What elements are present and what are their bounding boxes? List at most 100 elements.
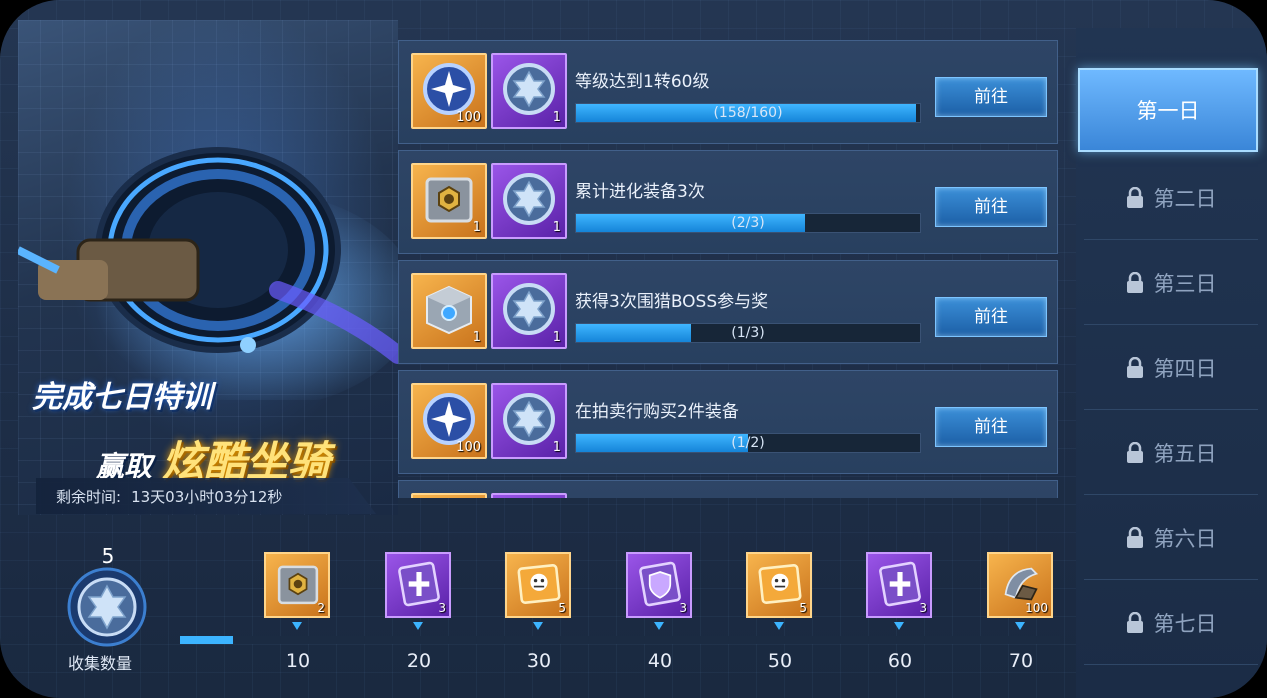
- lock-icon: [1126, 271, 1143, 293]
- task-progress-bar: (1/3): [575, 323, 921, 343]
- tab-label: 第七日: [1153, 611, 1217, 636]
- reward-item[interactable]: 1: [491, 383, 567, 459]
- reward-item[interactable]: 100: [411, 383, 487, 459]
- task-progress-bar: (158/160): [575, 103, 921, 123]
- reward-item[interactable]: 1: [491, 273, 567, 349]
- reward-item[interactable]: 1: [491, 53, 567, 129]
- monster-card-icon: [517, 564, 561, 604]
- cube-chest-icon: [426, 285, 472, 335]
- goto-button[interactable]: 前往: [935, 407, 1047, 447]
- task-progress-text: (1/3): [731, 325, 765, 341]
- collection-progress-fill: [180, 636, 233, 644]
- milestone-threshold: 20: [406, 650, 432, 672]
- task-progress-text: (158/160): [713, 105, 783, 121]
- milestone-threshold: 60: [887, 650, 913, 672]
- task-progress-text: (1/2): [731, 435, 765, 451]
- task-progress-bar: (2/3): [575, 213, 921, 233]
- star-badge-icon: [503, 393, 555, 445]
- star-badge-icon: [503, 63, 555, 115]
- tab-day-1[interactable]: 第一日: [1078, 68, 1258, 152]
- milestone-threshold: 10: [285, 650, 311, 672]
- gear-box-icon: [277, 565, 319, 605]
- star-orb-icon: [423, 393, 475, 445]
- tab-day-5[interactable]: 第五日: [1084, 411, 1258, 495]
- task-item: 100 1 在拍卖行购买2件装备 (1/2) 前往: [398, 370, 1058, 474]
- task-title: 在拍卖行购买2件装备: [575, 402, 739, 422]
- milestone-count: 3: [679, 601, 687, 615]
- milestone-marker: [894, 622, 904, 630]
- task-title: 等级达到1转60级: [575, 72, 710, 92]
- reward-count: 1: [472, 330, 481, 345]
- tab-label: 第四日: [1153, 356, 1217, 381]
- milestone-threshold: 30: [526, 650, 552, 672]
- milestone-marker: [774, 622, 784, 630]
- lock-icon: [1126, 526, 1143, 548]
- star-badge-icon: [503, 173, 555, 225]
- tab-day-4[interactable]: 第四日: [1084, 326, 1258, 410]
- reward-item[interactable]: [491, 493, 567, 498]
- milestone-reward-10[interactable]: 2: [264, 552, 330, 618]
- task-item: 1 1 获得3次围猎BOSS参与奖 (1/3) 前往: [398, 260, 1058, 364]
- reward-count: 100: [456, 110, 481, 125]
- tab-day-3[interactable]: 第三日: [1084, 241, 1258, 325]
- milestone-threshold: 40: [647, 650, 673, 672]
- reward-item[interactable]: [411, 493, 487, 498]
- day-tabs: 第一日 第二日 第三日 第四日 第五日 第六日 第七日: [1076, 28, 1267, 698]
- milestone-reward-40[interactable]: 3: [626, 552, 692, 618]
- task-progress-bar: (1/2): [575, 433, 921, 453]
- remaining-time: 剩余时间: 13天03小时03分12秒: [36, 478, 376, 514]
- reward-item[interactable]: 1: [411, 163, 487, 239]
- task-item-partial: [398, 480, 1058, 498]
- milestone-marker: [533, 622, 543, 630]
- task-title: 获得3次围猎BOSS参与奖: [575, 292, 769, 312]
- milestone-count: 100: [1025, 601, 1048, 615]
- reward-count: 1: [552, 440, 561, 455]
- event-banner: 完成七日特训 赢取 炫酷坐骑: [18, 20, 398, 515]
- tab-label: 第五日: [1153, 441, 1217, 466]
- reward-item[interactable]: 1: [491, 163, 567, 239]
- milestone-marker: [654, 622, 664, 630]
- lock-icon: [1126, 186, 1143, 208]
- reward-count: 1: [552, 110, 561, 125]
- mount-vehicle-illustration: [18, 147, 398, 400]
- milestone-count: 5: [558, 601, 566, 615]
- milestone-threshold: 50: [767, 650, 793, 672]
- star-badge-icon: [503, 283, 555, 335]
- tab-label: 第一日: [1136, 99, 1200, 123]
- milestone-marker: [292, 622, 302, 630]
- seven-day-event-window: 完成七日特训 赢取 炫酷坐骑 剩余时间: 13天03小时03分12秒 100 1…: [0, 0, 1267, 698]
- goto-button[interactable]: 前往: [935, 77, 1047, 117]
- cross-card-icon: [879, 561, 921, 607]
- milestone-marker: [1015, 622, 1025, 630]
- task-list[interactable]: 100 1 等级达到1转60级 (158/160) 前往 1 1 累计进化装备3: [398, 40, 1058, 498]
- tab-day-2[interactable]: 第二日: [1084, 156, 1258, 240]
- milestone-count: 3: [438, 601, 446, 615]
- shield-card-icon: [639, 561, 681, 607]
- tab-day-6[interactable]: 第六日: [1084, 496, 1258, 580]
- milestone-reward-60[interactable]: 3: [866, 552, 932, 618]
- lock-icon: [1126, 356, 1143, 378]
- task-item: 1 1 累计进化装备3次 (2/3) 前往: [398, 150, 1058, 254]
- milestone-count: 3: [919, 601, 927, 615]
- milestone-marker: [413, 622, 423, 630]
- cross-card-icon: [398, 561, 440, 607]
- goto-button[interactable]: 前往: [935, 187, 1047, 227]
- reward-item[interactable]: 1: [411, 273, 487, 349]
- milestone-count: 2: [317, 601, 325, 615]
- reward-item[interactable]: 100: [411, 53, 487, 129]
- milestone-reward-20[interactable]: 3: [385, 552, 451, 618]
- tab-label: 第六日: [1153, 526, 1217, 551]
- star-badge-icon: [67, 567, 147, 647]
- lock-icon: [1126, 441, 1143, 463]
- milestone-reward-50[interactable]: 5: [746, 552, 812, 618]
- collection-progress-bar: [180, 636, 1060, 644]
- tab-day-7[interactable]: 第七日: [1084, 581, 1258, 665]
- monster-card-icon: [758, 564, 802, 604]
- task-title: 累计进化装备3次: [575, 182, 705, 202]
- milestone-count: 5: [799, 601, 807, 615]
- goto-button[interactable]: 前往: [935, 297, 1047, 337]
- reward-count: 1: [472, 220, 481, 235]
- milestone-reward-30[interactable]: 5: [505, 552, 571, 618]
- reward-count: 100: [456, 440, 481, 455]
- milestone-reward-70[interactable]: 100: [987, 552, 1053, 618]
